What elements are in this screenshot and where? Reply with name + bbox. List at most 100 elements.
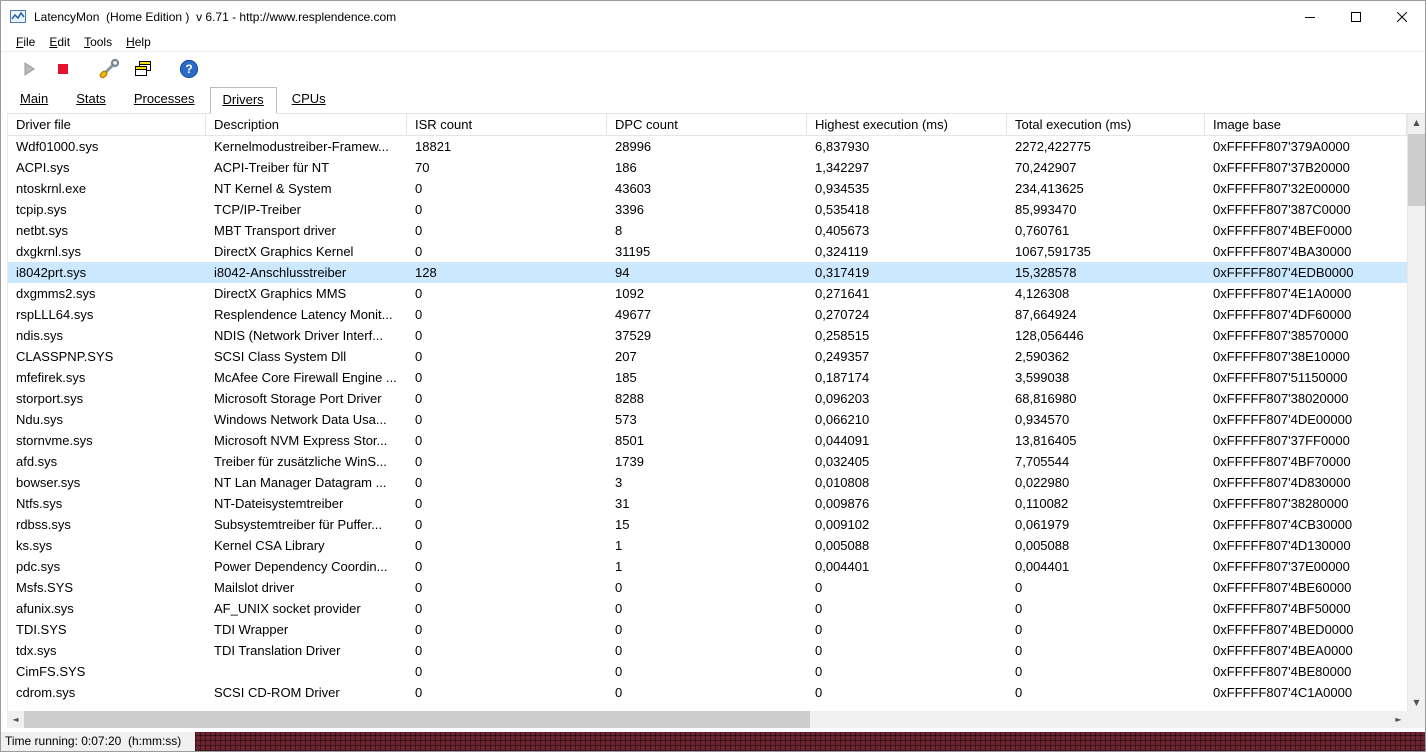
cell: 1739 — [615, 454, 644, 469]
tab-processes[interactable]: Processes — [121, 86, 208, 113]
help-button[interactable]: ? — [175, 56, 203, 82]
table-row[interactable]: Ndu.sys Windows Network Data Usa... 0 573 0,… — [8, 409, 1407, 430]
scroll-right-icon[interactable]: ► — [1390, 711, 1407, 728]
cell: 234,413625 — [1015, 181, 1084, 196]
column-header-image-base[interactable]: Image base — [1205, 114, 1407, 135]
column-header-driver-file[interactable]: Driver file — [8, 114, 206, 135]
table-row[interactable]: dxgkrnl.sys DirectX Graphics Kernel 0 31195… — [8, 241, 1407, 262]
cell: 0 — [615, 622, 623, 637]
table-row[interactable]: rdbss.sys Subsystemtreiber für Puffer... 0… — [8, 514, 1407, 535]
tab-stats[interactable]: Stats — [63, 86, 119, 113]
table-row[interactable]: Wdf01000.sys Kernelmodustreiber-Framew...… — [8, 136, 1407, 157]
cell: 0,005088 — [815, 538, 870, 553]
cell: stornvme.sys — [16, 433, 93, 448]
close-button[interactable] — [1379, 1, 1425, 32]
table-row[interactable]: afunix.sys AF_UNIX socket provider 0 0 0 0 0xF… — [8, 598, 1407, 619]
svg-text:?: ? — [185, 62, 192, 76]
cell: TDI Wrapper — [214, 622, 289, 637]
table-row[interactable]: CLASSPNP.SYS SCSI Class System Dll 0 207 0,2… — [8, 346, 1407, 367]
menu-help[interactable]: Help — [119, 34, 158, 50]
table-row[interactable]: tdx.sys TDI Translation Driver 0 0 0 0 0xFFFFF… — [8, 640, 1407, 661]
maximize-button[interactable] — [1333, 1, 1379, 32]
table-row[interactable]: ks.sys Kernel CSA Library 0 1 0,005088 0,0050… — [8, 535, 1407, 556]
tab-drivers[interactable]: Drivers — [209, 87, 277, 114]
table-header: Driver file Description ISR count DPC count… — [8, 114, 1407, 136]
table-row[interactable]: cdrom.sys SCSI CD-ROM Driver 0 0 0 0 0xFFFFF80… — [8, 682, 1407, 703]
scroll-down-icon[interactable]: ▼ — [1408, 694, 1425, 711]
options-button[interactable] — [95, 56, 123, 82]
cell: Ndu.sys — [16, 412, 63, 427]
table-body: Wdf01000.sys Kernelmodustreiber-Framew...… — [8, 136, 1407, 711]
horizontal-scrollbar[interactable]: ◄ ► — [7, 711, 1407, 728]
table-row[interactable]: afd.sys Treiber für zusätzliche WinS... 0 1… — [8, 451, 1407, 472]
help-icon: ? — [179, 59, 199, 78]
stop-monitor-button[interactable] — [49, 56, 77, 82]
copy-report-button[interactable] — [129, 56, 157, 82]
cell: 70,242907 — [1015, 160, 1077, 175]
cell: 0 — [415, 244, 423, 259]
start-monitor-button[interactable] — [15, 56, 43, 82]
statusbar: Time running: 0:07:20 (h:mm:ss) — [1, 732, 1425, 751]
column-header-dpc-count[interactable]: DPC count — [607, 114, 807, 135]
column-header-description[interactable]: Description — [206, 114, 407, 135]
horizontal-scroll-thumb[interactable] — [24, 711, 810, 728]
vertical-scrollbar[interactable]: ▲ ▼ — [1407, 114, 1425, 711]
table-row[interactable]: i8042prt.sys i8042-Anschlusstreiber 128 94 0… — [8, 262, 1407, 283]
table-row[interactable]: storport.sys Microsoft Storage Port Drive… — [8, 388, 1407, 409]
column-header-highest-execution-ms[interactable]: Highest execution (ms) — [807, 114, 1007, 135]
table-row[interactable]: stornvme.sys Microsoft NVM Express Stor..… — [8, 430, 1407, 451]
table-row[interactable]: TDI.SYS TDI Wrapper 0 0 0 0 0xFFFFF807'4BED000… — [8, 619, 1407, 640]
cell: i8042prt.sys — [16, 265, 87, 280]
minimize-button[interactable] — [1287, 1, 1333, 32]
table-row[interactable]: Msfs.SYS Mailslot driver 0 0 0 0 0xFFFFF807'4B… — [8, 577, 1407, 598]
stop-icon — [58, 63, 68, 74]
cell: 0 — [815, 664, 823, 679]
column-header-isr-count[interactable]: ISR count — [407, 114, 607, 135]
cell: 0 — [415, 475, 423, 490]
table-row[interactable]: bowser.sys NT Lan Manager Datagram ... 0 3 0… — [8, 472, 1407, 493]
table-row[interactable]: netbt.sys MBT Transport driver 0 8 0,405673 0… — [8, 220, 1407, 241]
tab-cpus[interactable]: CPUs — [279, 86, 339, 113]
status-text: Time running: 0:07:20 (h:mm:ss) — [1, 732, 196, 751]
cell: 0,760761 — [1015, 223, 1070, 238]
table-row[interactable]: rspLLL64.sys Resplendence Latency Monit..… — [8, 304, 1407, 325]
table-row[interactable]: pdc.sys Power Dependency Coordin... 0 1 0,00… — [8, 556, 1407, 577]
table-row[interactable]: ntoskrnl.exe NT Kernel & System 0 43603 0,93… — [8, 178, 1407, 199]
toolbar: ? — [1, 52, 1425, 85]
table-row[interactable]: ndis.sys NDIS (Network Driver Interf... 0 3… — [8, 325, 1407, 346]
cell: 0,004401 — [1015, 559, 1070, 574]
menu-edit[interactable]: Edit — [42, 34, 77, 50]
cell: storport.sys — [16, 391, 84, 406]
cell: 0xFFFFF807'4C1A0000 — [1213, 685, 1353, 700]
cell: 70 — [415, 160, 430, 175]
cell: 0 — [1015, 643, 1023, 658]
table-row[interactable]: dxgmms2.sys DirectX Graphics MMS 0 1092 0,27… — [8, 283, 1407, 304]
cell: 43603 — [615, 181, 652, 196]
scroll-left-icon[interactable]: ◄ — [7, 711, 24, 728]
cell: ACPI-Treiber für NT — [214, 160, 330, 175]
table-row[interactable]: CimFS.SYS 0 0 0 0 0xFFFFF807'4BE80000 — [8, 661, 1407, 682]
cell: cdrom.sys — [16, 685, 76, 700]
cell: 0 — [415, 223, 423, 238]
table-row[interactable]: mfefirek.sys McAfee Core Firewall Engine … — [8, 367, 1407, 388]
cell: 0 — [1015, 622, 1023, 637]
scroll-up-icon[interactable]: ▲ — [1408, 114, 1425, 131]
cell: 0,066210 — [815, 412, 870, 427]
tab-label: Main — [20, 91, 49, 106]
cell: 0,009102 — [815, 517, 870, 532]
cell: 0,005088 — [1015, 538, 1070, 553]
menu-tools[interactable]: Tools — [77, 34, 119, 50]
cell: 0xFFFFF807'38E10000 — [1213, 349, 1350, 364]
table-row[interactable]: tcpip.sys TCP/IP-Treiber 0 3396 0,535418 85,9… — [8, 199, 1407, 220]
column-header-total-execution-ms[interactable]: Total execution (ms) — [1007, 114, 1205, 135]
cell: TDI.SYS — [16, 622, 67, 637]
table-row[interactable]: ACPI.sys ACPI-Treiber für NT 70 186 1,342297… — [8, 157, 1407, 178]
table-row[interactable]: Ntfs.sys NT-Dateisystemtreiber 0 31 0,009876… — [8, 493, 1407, 514]
cell: 0,270724 — [815, 307, 870, 322]
vertical-scroll-thumb[interactable] — [1408, 134, 1425, 206]
menu-file[interactable]: File — [9, 34, 42, 50]
tab-main[interactable]: Main — [7, 86, 61, 113]
cell: 0,022980 — [1015, 475, 1070, 490]
scrollbar-corner — [1407, 711, 1425, 728]
cell: Resplendence Latency Monit... — [214, 307, 393, 322]
